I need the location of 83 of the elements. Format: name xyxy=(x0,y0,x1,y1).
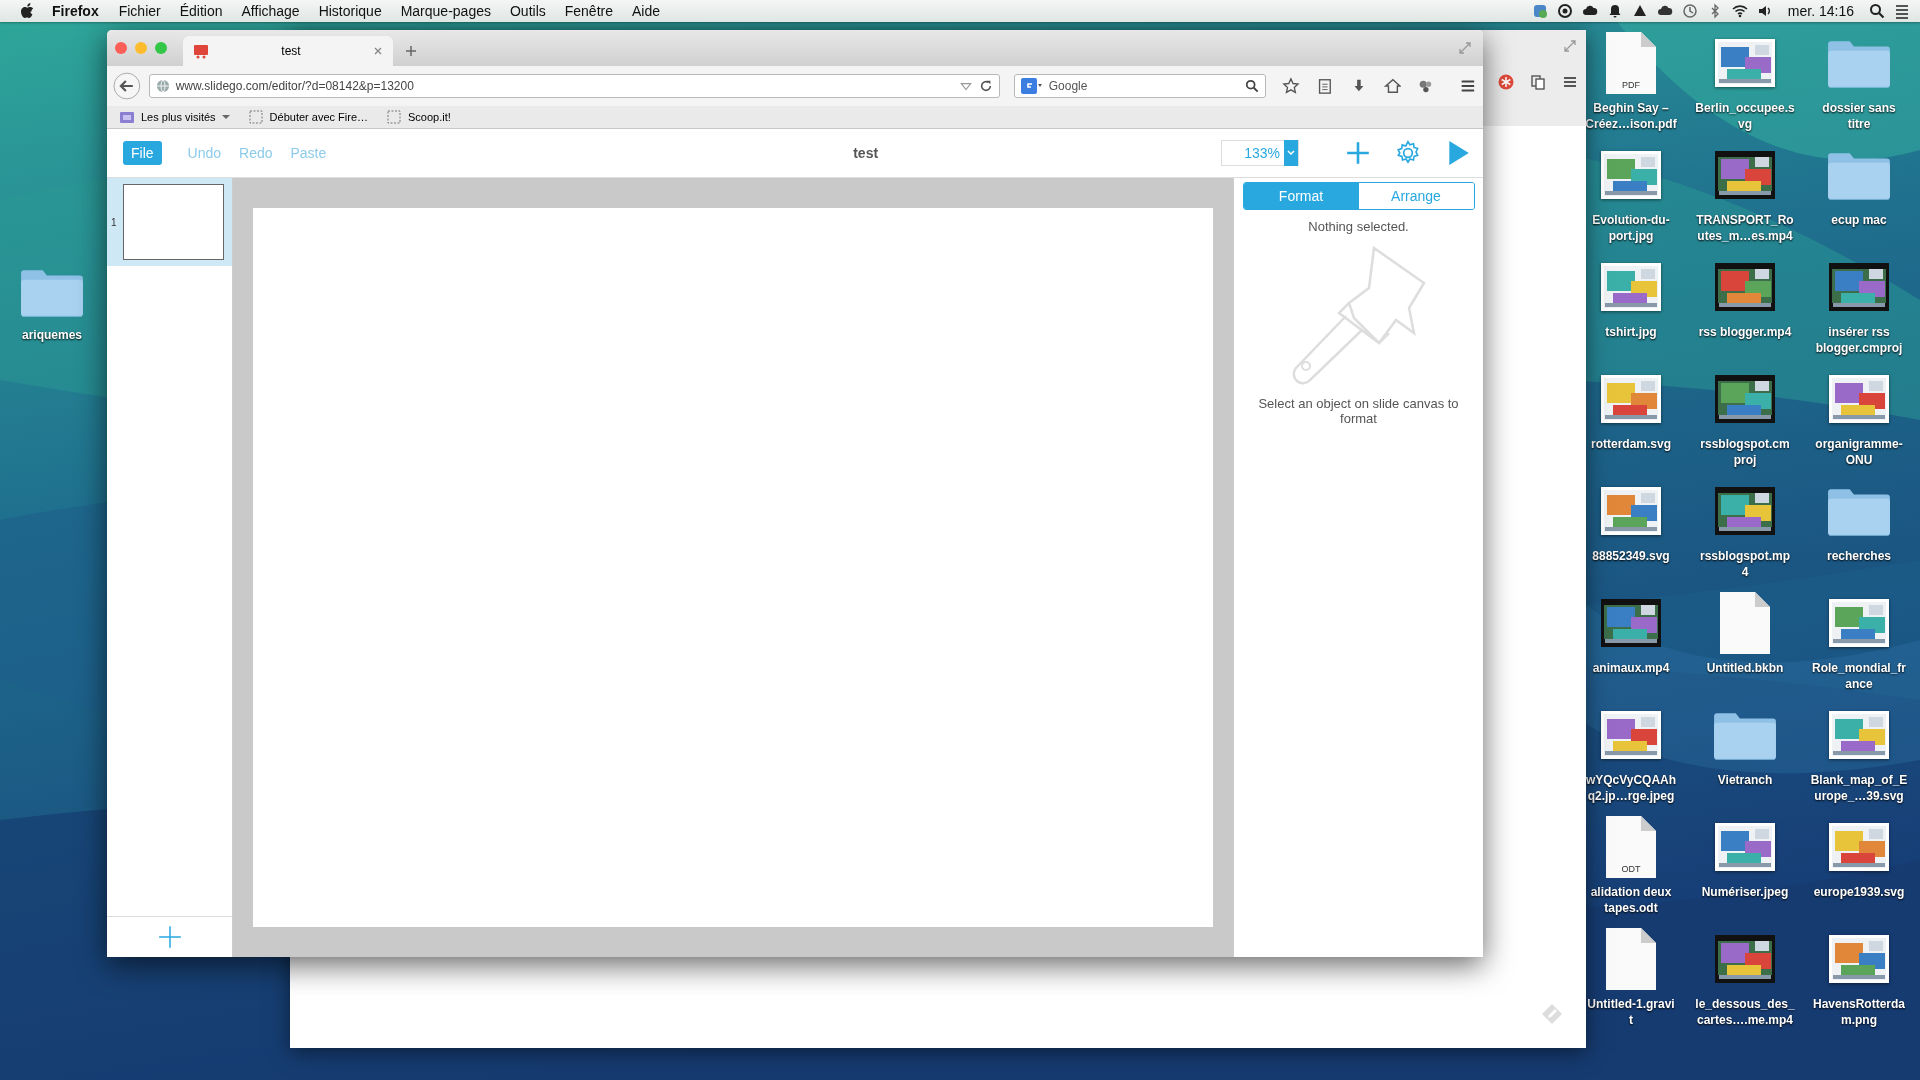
file-label: Numériser.jpeg xyxy=(1701,884,1789,900)
search-icon[interactable] xyxy=(1869,3,1885,19)
triangle-icon[interactable] xyxy=(1631,3,1648,19)
settings-icon[interactable] xyxy=(1395,140,1421,166)
search-icon[interactable] xyxy=(1245,79,1260,93)
menu-item[interactable]: Aide xyxy=(632,3,661,19)
file-label: organigramme- ONU xyxy=(1815,436,1903,468)
menu-item[interactable]: Affichage xyxy=(241,3,300,19)
file-label: Beghin Say – Créez…ison.pdf xyxy=(1585,100,1677,132)
file-label: alidation deux tapes.odt xyxy=(1590,884,1672,916)
caret-icon[interactable] xyxy=(1287,150,1295,156)
menu-item[interactable]: Fichier xyxy=(118,3,161,19)
menu-item[interactable]: Marque-pages xyxy=(400,3,491,19)
slide-icon xyxy=(193,43,209,59)
file-label: wYQcVyCQAAh q2.jp…rge.jpeg xyxy=(1585,772,1677,804)
browser-tab[interactable]: test xyxy=(183,36,393,66)
document-icon[interactable] xyxy=(1720,592,1770,654)
file-label: ecup mac xyxy=(1831,212,1887,228)
bookmark-item[interactable]: Les plus visités xyxy=(119,110,230,124)
file-label: Evolution-du- port.jpg xyxy=(1592,212,1670,244)
clock-icon[interactable] xyxy=(1681,3,1698,19)
file-label: le_dessous_des_ cartes….me.mp4 xyxy=(1695,996,1795,1028)
document-icon[interactable]: PDF xyxy=(1606,32,1656,94)
asterisk-icon[interactable] xyxy=(1498,74,1514,90)
menu-item[interactable]: Édition xyxy=(179,3,223,19)
file-label: Untitled.bkbn xyxy=(1706,660,1784,676)
home-icon[interactable] xyxy=(1383,77,1402,95)
new-tab-icon[interactable] xyxy=(405,45,417,57)
file-label: 88852349.svg xyxy=(1592,548,1670,564)
file-label: dossier sans titre xyxy=(1822,100,1896,132)
file-label: rssblogspot.cm proj xyxy=(1700,436,1790,468)
file-label: europe1939.svg xyxy=(1813,884,1905,900)
file-label: Vietranch xyxy=(1717,772,1773,788)
star-icon[interactable] xyxy=(1282,77,1300,95)
copy-icon[interactable] xyxy=(1530,74,1546,90)
menu-icon[interactable] xyxy=(1562,74,1578,90)
page-icon xyxy=(247,110,264,124)
globe-icon xyxy=(155,79,170,93)
speaker-icon[interactable] xyxy=(1756,3,1773,19)
menu-item[interactable]: Outils xyxy=(509,3,546,19)
reload-icon[interactable] xyxy=(978,79,993,93)
file-label: Untitled-1.gravi t xyxy=(1587,996,1675,1028)
menu-item[interactable]: Historique xyxy=(318,3,382,19)
bookmark-item[interactable]: Débuter avec Fire… xyxy=(247,110,369,124)
apple-icon[interactable] xyxy=(20,3,34,19)
file-label: ariquemes xyxy=(22,327,82,343)
page-icon xyxy=(386,110,403,124)
file-label: rotterdam.svg xyxy=(1591,436,1671,452)
slide-thumbnail[interactable] xyxy=(122,184,224,260)
file-label: Berlin_occupee.s vg xyxy=(1695,100,1795,132)
list-icon[interactable] xyxy=(1894,3,1910,19)
hint-text: Select an object on slide canvas to format xyxy=(1257,396,1460,426)
document-icon[interactable]: ODT xyxy=(1606,816,1656,878)
document-icon[interactable] xyxy=(1606,928,1656,990)
caret-icon xyxy=(221,114,230,120)
search-engine-icon[interactable] xyxy=(1020,78,1043,94)
close-icon[interactable] xyxy=(373,46,383,56)
slide-number: 1 xyxy=(111,216,117,228)
file-label: animaux.mp4 xyxy=(1592,660,1670,676)
file-type-label: PDF xyxy=(1622,80,1640,90)
file-label: Role_mondial_fr ance xyxy=(1812,660,1906,692)
add-icon[interactable] xyxy=(1345,140,1371,166)
file-label: HavensRotterda m.png xyxy=(1813,996,1905,1028)
address-field[interactable]: www.slidego.com/editor/?d=08142&p=13200 xyxy=(148,74,1000,98)
back-button[interactable] xyxy=(113,72,141,100)
document-title: test xyxy=(853,145,879,161)
folder-icon xyxy=(119,110,135,124)
file-label: tshirt.jpg xyxy=(1605,324,1657,340)
status-text: Nothing selected. xyxy=(1308,219,1409,234)
clock-text[interactable]: mer. 14:16 xyxy=(1787,3,1854,19)
file-label: rssblogspot.mp 4 xyxy=(1700,548,1790,580)
file-type-label: ODT xyxy=(1621,864,1641,874)
menu-item[interactable]: Firefox xyxy=(52,3,99,19)
search-bar[interactable]: Google xyxy=(1013,74,1267,98)
file-label: insérer rss blogger.cmproj xyxy=(1815,324,1903,356)
file-label: rss blogger.mp4 xyxy=(1698,324,1792,340)
bookmark-item[interactable]: Scoop.it! xyxy=(386,110,451,124)
slide-thumbnail-row[interactable]: 1 xyxy=(107,178,232,266)
menu-item[interactable]: Fenêtre xyxy=(564,3,613,19)
file-label: Blank_map_of_E urope_…39.svg xyxy=(1810,772,1908,804)
file-label: recherches xyxy=(1826,548,1891,564)
file-label: TRANSPORT_Ro utes_m…es.mp4 xyxy=(1696,212,1794,244)
wifi-icon[interactable] xyxy=(1731,3,1748,19)
